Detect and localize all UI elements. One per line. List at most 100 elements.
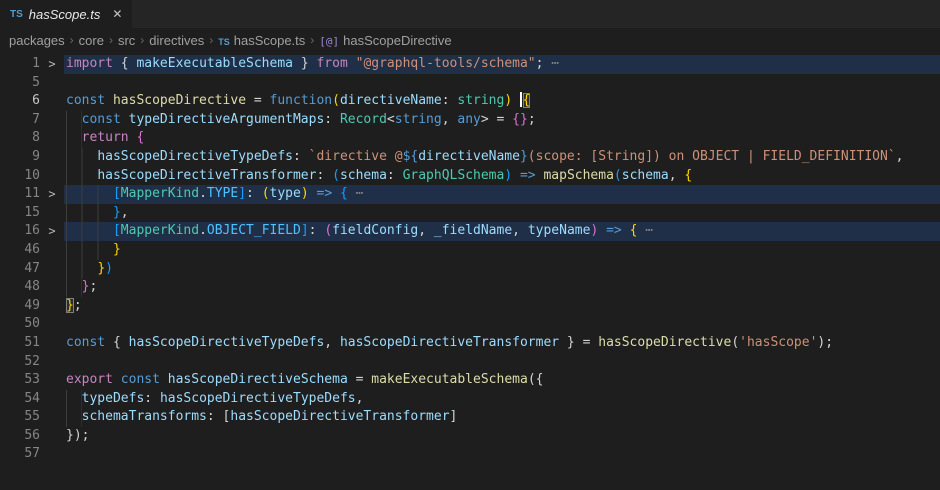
code-token: ( bbox=[731, 335, 739, 350]
code-token: function bbox=[270, 93, 333, 108]
editor[interactable]: 1>import { makeExecutableSchema } from "… bbox=[0, 52, 940, 464]
code-line: 55schemaTransforms: [hasScopeDirectiveTr… bbox=[0, 408, 940, 427]
code-token: } = bbox=[559, 335, 598, 350]
code-token: : bbox=[293, 149, 309, 164]
code-token: any bbox=[457, 112, 480, 127]
breadcrumb: packages›core›src›directives›TShasScope.… bbox=[0, 28, 940, 52]
code-token bbox=[332, 186, 340, 201]
code-token: } bbox=[520, 149, 528, 164]
gutter: 51 bbox=[0, 334, 64, 353]
line-number: 52 bbox=[0, 353, 40, 372]
code-token bbox=[160, 372, 168, 387]
code-text[interactable]: return { bbox=[64, 129, 940, 148]
line-number: 50 bbox=[0, 315, 40, 334]
code-line: 52 bbox=[0, 353, 940, 372]
code-text[interactable]: import { makeExecutableSchema } from "@g… bbox=[64, 55, 940, 74]
code-text[interactable]: const typeDirectiveArgumentMaps: Record<… bbox=[64, 111, 940, 130]
code-text[interactable]: export const hasScopeDirectiveSchema = m… bbox=[64, 371, 940, 390]
code-token: ] bbox=[450, 409, 458, 424]
code-text[interactable]: [MapperKind.TYPE]: (type) => { ⋯ bbox=[64, 185, 940, 204]
line-number: 6 bbox=[0, 92, 40, 111]
fold-chevron-icon bbox=[40, 408, 64, 427]
code-text[interactable]: } bbox=[64, 241, 940, 260]
code-token: schema bbox=[622, 168, 669, 183]
code-text[interactable]: typeDefs: hasScopeDirectiveTypeDefs, bbox=[64, 390, 940, 409]
code-text[interactable]: hasScopeDirectiveTypeDefs: `directive @$… bbox=[64, 148, 940, 167]
code-text[interactable]: }; bbox=[64, 278, 940, 297]
fold-chevron-icon bbox=[40, 278, 64, 297]
code-token: export bbox=[66, 372, 113, 387]
code-token: { bbox=[113, 56, 136, 71]
code-token bbox=[348, 56, 356, 71]
code-text[interactable]: hasScopeDirectiveTransformer: (schema: G… bbox=[64, 167, 940, 186]
code-token: } bbox=[97, 261, 105, 276]
code-token: import bbox=[66, 56, 113, 71]
code-token: ) bbox=[301, 186, 309, 201]
code-text[interactable]: }) bbox=[64, 260, 940, 279]
code-token: : bbox=[246, 186, 262, 201]
code-text[interactable]: const { hasScopeDirectiveTypeDefs, hasSc… bbox=[64, 334, 940, 353]
code-token: hasScopeDirectiveTransformer bbox=[97, 168, 316, 183]
code-token: : bbox=[316, 168, 332, 183]
breadcrumb-item[interactable]: src bbox=[118, 33, 135, 48]
gutter: 15 bbox=[0, 204, 64, 223]
code-token: typeDefs bbox=[82, 391, 145, 406]
code-text[interactable]: const hasScopeDirective = function(direc… bbox=[64, 92, 940, 111]
gutter: 5 bbox=[0, 74, 64, 93]
fold-chevron-icon[interactable]: > bbox=[40, 185, 64, 204]
code-token: } bbox=[113, 205, 121, 220]
code-token: `directive @ bbox=[309, 149, 403, 164]
code-line: 54typeDefs: hasScopeDirectiveTypeDefs, bbox=[0, 390, 940, 409]
tab-hasscope[interactable]: TS hasScope.ts ✕ bbox=[0, 0, 132, 28]
tab-close-icon[interactable]: ✕ bbox=[112, 7, 122, 21]
breadcrumb-symbol-label: hasScopeDirective bbox=[343, 33, 451, 48]
code-token: > = bbox=[481, 112, 512, 127]
code-token: { bbox=[105, 335, 128, 350]
indent-guides bbox=[66, 148, 97, 167]
code-token: : [ bbox=[207, 409, 230, 424]
fold-chevron-icon bbox=[40, 445, 64, 464]
code-line: 10hasScopeDirectiveTransformer: (schema:… bbox=[0, 167, 940, 186]
breadcrumb-file-label: hasScope.ts bbox=[234, 33, 306, 48]
code-token: }); bbox=[66, 428, 89, 443]
code-text[interactable] bbox=[64, 315, 940, 334]
breadcrumb-file[interactable]: TShasScope.ts bbox=[218, 33, 305, 48]
vscode-window: TS hasScope.ts ✕ packages›core›src›direc… bbox=[0, 0, 940, 490]
code-token: ); bbox=[817, 335, 833, 350]
code-token: return bbox=[82, 130, 129, 145]
fold-chevron-icon[interactable]: > bbox=[40, 222, 64, 241]
code-text[interactable]: schemaTransforms: [hasScopeDirectiveTran… bbox=[64, 408, 940, 427]
code-token bbox=[598, 223, 606, 238]
code-line: 7const typeDirectiveArgumentMaps: Record… bbox=[0, 111, 940, 130]
code-token: { bbox=[523, 93, 531, 108]
code-line: 16>[MapperKind.OBJECT_FIELD]: (fieldConf… bbox=[0, 222, 940, 241]
code-text[interactable] bbox=[64, 353, 940, 372]
code-line: 47}) bbox=[0, 260, 940, 279]
breadcrumb-symbol[interactable]: [@]hasScopeDirective bbox=[319, 33, 451, 48]
code-line: 56}); bbox=[0, 427, 940, 446]
code-text[interactable] bbox=[64, 74, 940, 93]
code-token: , bbox=[442, 112, 458, 127]
code-text[interactable]: [MapperKind.OBJECT_FIELD]: (fieldConfig,… bbox=[64, 222, 940, 241]
breadcrumb-item[interactable]: core bbox=[79, 33, 104, 48]
code-token: : bbox=[324, 112, 340, 127]
code-text[interactable]: }); bbox=[64, 427, 940, 446]
code-text[interactable]: }; bbox=[64, 297, 940, 316]
indent-guides bbox=[66, 185, 113, 204]
gutter: 53 bbox=[0, 371, 64, 390]
gutter: 1> bbox=[0, 55, 64, 74]
line-number: 46 bbox=[0, 241, 40, 260]
breadcrumb-item[interactable]: packages bbox=[9, 33, 65, 48]
fold-chevron-icon bbox=[40, 427, 64, 446]
breadcrumb-item[interactable]: directives bbox=[149, 33, 204, 48]
fold-chevron-icon bbox=[40, 92, 64, 111]
indent-guides bbox=[66, 390, 82, 409]
fold-chevron-icon[interactable]: > bbox=[40, 55, 64, 74]
typescript-file-icon: TS bbox=[10, 9, 23, 20]
code-token: string bbox=[457, 93, 504, 108]
code-text[interactable] bbox=[64, 445, 940, 464]
code-text[interactable]: }, bbox=[64, 204, 940, 223]
code-token: hasScopeDirectiveTypeDefs bbox=[129, 335, 325, 350]
code-token: const bbox=[66, 93, 105, 108]
code-token: "@graphql-tools/schema" bbox=[356, 56, 536, 71]
